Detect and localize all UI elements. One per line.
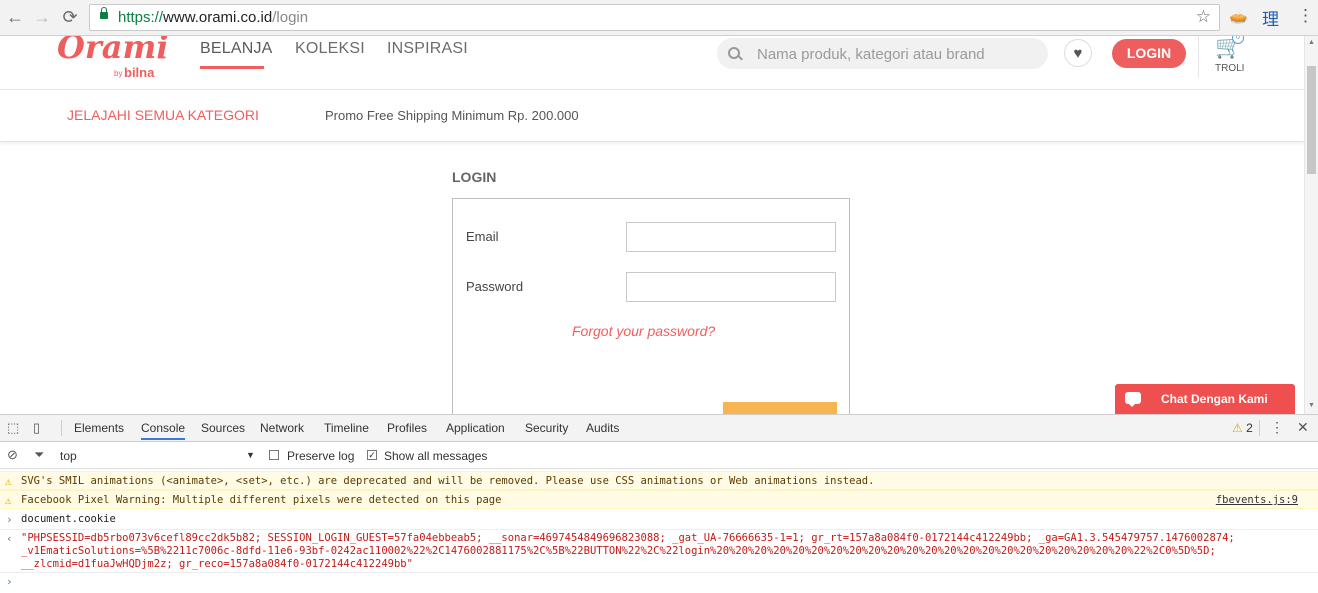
nav-belanja[interactable]: BELANJA xyxy=(200,40,273,58)
devtools-panel: ⬚ ▯ Elements Console Sources Network Tim… xyxy=(0,414,1318,593)
chevron-down-icon[interactable]: ▼ xyxy=(246,450,255,460)
tab-network[interactable]: Network xyxy=(260,421,304,435)
nav-active-indicator xyxy=(200,66,264,69)
search-box xyxy=(717,38,1048,71)
clear-console-icon[interactable]: ⊘ xyxy=(7,447,18,463)
wishlist-heart-icon[interactable]: ♥ xyxy=(1064,39,1092,67)
devtools-tabbar: ⬚ ▯ Elements Console Sources Network Tim… xyxy=(0,415,1318,442)
devtools-menu-icon[interactable]: ⋮ xyxy=(1270,419,1284,436)
console-input[interactable]: › xyxy=(0,574,1318,592)
header-login-button[interactable]: LOGIN xyxy=(1112,39,1186,68)
result-arrow-icon: ‹ xyxy=(6,532,13,545)
url-text: https://www.orami.co.id/login xyxy=(118,9,309,26)
close-icon[interactable]: ✕ xyxy=(1297,419,1309,436)
filter-icon[interactable]: ⏷ xyxy=(34,447,44,463)
cart-label[interactable]: TROLI xyxy=(1215,63,1244,74)
translate-extension-icon[interactable]: 理 xyxy=(1262,5,1279,30)
console-warning: ⚠ SVG's SMIL animations (<animate>, <set… xyxy=(0,471,1318,490)
tab-audits[interactable]: Audits xyxy=(586,421,619,435)
all-categories-link[interactable]: JELAJAHI SEMUA KATEGORI xyxy=(67,107,259,123)
search-icon[interactable] xyxy=(728,47,740,59)
tab-elements[interactable]: Elements xyxy=(74,421,124,435)
logo-by: by xyxy=(114,69,123,78)
nav-koleksi[interactable]: KOLEKSI xyxy=(295,40,365,58)
console-warning: ⚠ Facebook Pixel Warning: Multiple diffe… xyxy=(0,490,1318,509)
site-header: Orami by bilna BELANJA KOLEKSI INSPIRASI… xyxy=(0,36,1304,90)
promo-text: Promo Free Shipping Minimum Rp. 200.000 xyxy=(325,108,579,123)
address-bar[interactable]: https://www.orami.co.id/login ☆ xyxy=(89,4,1220,31)
nav-inspirasi[interactable]: INSPIRASI xyxy=(387,40,468,58)
browser-menu-icon[interactable]: ⋮ xyxy=(1297,6,1314,26)
password-field[interactable] xyxy=(626,272,836,302)
context-selector[interactable]: top xyxy=(60,449,77,463)
tab-divider xyxy=(1259,420,1260,436)
forward-icon[interactable]: → xyxy=(31,6,53,28)
bookmark-star-icon[interactable]: ☆ xyxy=(1196,7,1211,27)
login-submit-button[interactable] xyxy=(723,402,837,414)
tab-divider xyxy=(61,420,62,436)
extension-icon[interactable]: 🥧 xyxy=(1229,7,1248,25)
search-input[interactable] xyxy=(755,38,1039,71)
device-toolbar-icon[interactable]: ▯ xyxy=(33,420,40,436)
warning-icon: ⚠ xyxy=(1232,421,1243,435)
inspect-element-icon[interactable]: ⬚ xyxy=(7,420,19,436)
tab-profiles[interactable]: Profiles xyxy=(387,421,427,435)
scroll-up-arrow[interactable]: ▲ xyxy=(1308,39,1315,46)
lock-icon xyxy=(100,7,108,19)
category-bar: JELAJAHI SEMUA KATEGORI Promo Free Shipp… xyxy=(0,90,1304,142)
login-form: Email Password Forgot your password? xyxy=(452,198,850,414)
tab-sources[interactable]: Sources xyxy=(201,421,245,435)
back-icon[interactable]: ← xyxy=(4,6,26,28)
console-result: ‹ "PHPSESSID=db5rbo073v6cefl89cc2dk5b82;… xyxy=(0,530,1318,573)
preserve-log-label: Preserve log xyxy=(287,449,355,463)
warning-count-badge[interactable]: ⚠ 2 xyxy=(1232,421,1253,435)
browser-toolbar: ← → ⟳ https://www.orami.co.id/login ☆ 🥧 … xyxy=(0,0,1318,36)
email-label: Email xyxy=(466,229,499,244)
forgot-password-link[interactable]: Forgot your password? xyxy=(572,323,715,339)
scrollbar-thumb[interactable] xyxy=(1307,66,1316,174)
scroll-down-arrow[interactable]: ▼ xyxy=(1308,402,1315,409)
source-link[interactable]: fbevents.js:9 xyxy=(1216,494,1298,506)
warning-icon: ⚠ xyxy=(5,494,12,507)
warning-icon: ⚠ xyxy=(5,475,12,488)
password-label: Password xyxy=(466,279,524,294)
web-page: Orami by bilna BELANJA KOLEKSI INSPIRASI… xyxy=(0,36,1304,414)
console-command: › document.cookie xyxy=(0,511,1318,530)
bilna-logo: bilna xyxy=(124,65,155,80)
tab-timeline[interactable]: Timeline xyxy=(324,421,369,435)
page-scrollbar[interactable]: ▲ ▼ xyxy=(1304,36,1318,414)
input-prompt-icon: › xyxy=(6,513,13,526)
chat-label: Chat Dengan Kami xyxy=(1161,392,1268,406)
chat-widget-button[interactable]: Chat Dengan Kami xyxy=(1115,384,1295,414)
tab-application[interactable]: Application xyxy=(446,421,505,435)
show-all-messages-checkbox[interactable]: ✓ xyxy=(367,450,377,460)
tab-security[interactable]: Security xyxy=(525,421,568,435)
preserve-log-checkbox[interactable] xyxy=(269,450,279,460)
show-all-messages-label: Show all messages xyxy=(384,449,488,463)
tab-console[interactable]: Console xyxy=(141,421,186,440)
console-toolbar: ⊘ ⏷ top ▼ Preserve log ✓ Show all messag… xyxy=(0,442,1318,469)
chat-bubble-icon xyxy=(1125,392,1141,407)
email-field[interactable] xyxy=(626,222,836,252)
input-prompt-icon: › xyxy=(6,575,13,588)
orami-logo[interactable]: Orami xyxy=(57,36,168,66)
reload-icon[interactable]: ⟳ xyxy=(59,6,81,28)
header-divider xyxy=(1198,36,1199,78)
login-title: LOGIN xyxy=(452,169,497,185)
